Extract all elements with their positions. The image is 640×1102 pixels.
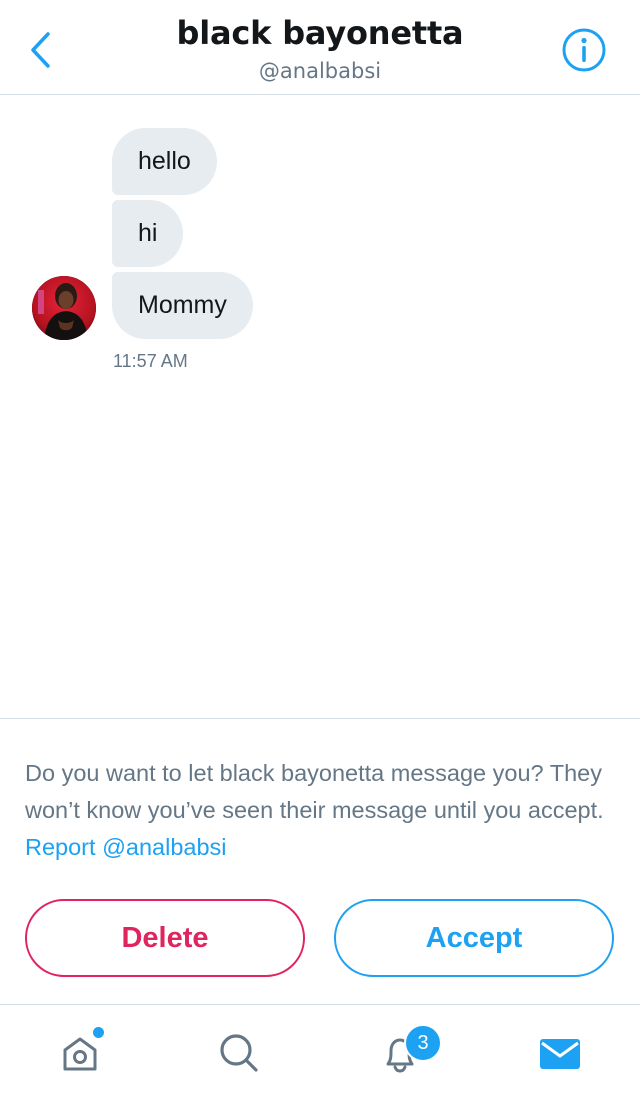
info-button[interactable] <box>561 27 607 73</box>
message-bubble[interactable]: hi <box>112 200 184 267</box>
avatar-image <box>32 276 96 340</box>
mail-icon <box>540 1039 580 1069</box>
delete-button[interactable]: Delete <box>25 899 305 977</box>
header: black bayonetta @analbabsi <box>0 0 640 95</box>
message-text: hi <box>138 219 158 247</box>
message-bubble[interactable]: hello <box>112 128 217 195</box>
info-icon <box>562 28 606 72</box>
request-prompt: Do you want to let black bayonetta messa… <box>25 755 615 866</box>
accept-button[interactable]: Accept <box>334 899 614 977</box>
notification-badge: 3 <box>404 1024 442 1062</box>
request-prompt-text: Do you want to let black bayonetta messa… <box>25 760 604 823</box>
tab-messages[interactable] <box>530 1023 590 1083</box>
tab-home[interactable] <box>50 1023 110 1083</box>
message-thread: hello hi Mommy 11:57 AM <box>0 95 640 718</box>
message-bubble[interactable]: Mommy <box>112 272 253 339</box>
search-icon <box>220 1034 258 1072</box>
tab-search[interactable] <box>209 1023 269 1083</box>
tab-notifications[interactable]: 3 <box>370 1023 442 1083</box>
tab-bar: 3 <box>0 1004 640 1102</box>
avatar[interactable] <box>32 276 96 340</box>
conversation-handle: @analbabsi <box>258 59 382 83</box>
message-timestamp: 11:57 AM <box>113 351 188 371</box>
dm-request-screen: black bayonetta @analbabsi hello hi Momm… <box>0 0 640 1102</box>
message-text: Mommy <box>138 291 227 319</box>
unread-dot <box>91 1025 106 1040</box>
report-link[interactable]: Report @analbabsi <box>25 834 227 860</box>
conversation-title: black bayonetta <box>176 14 464 52</box>
message-request-panel: Do you want to let black bayonetta messa… <box>0 718 640 1004</box>
message-text: hello <box>138 147 191 175</box>
